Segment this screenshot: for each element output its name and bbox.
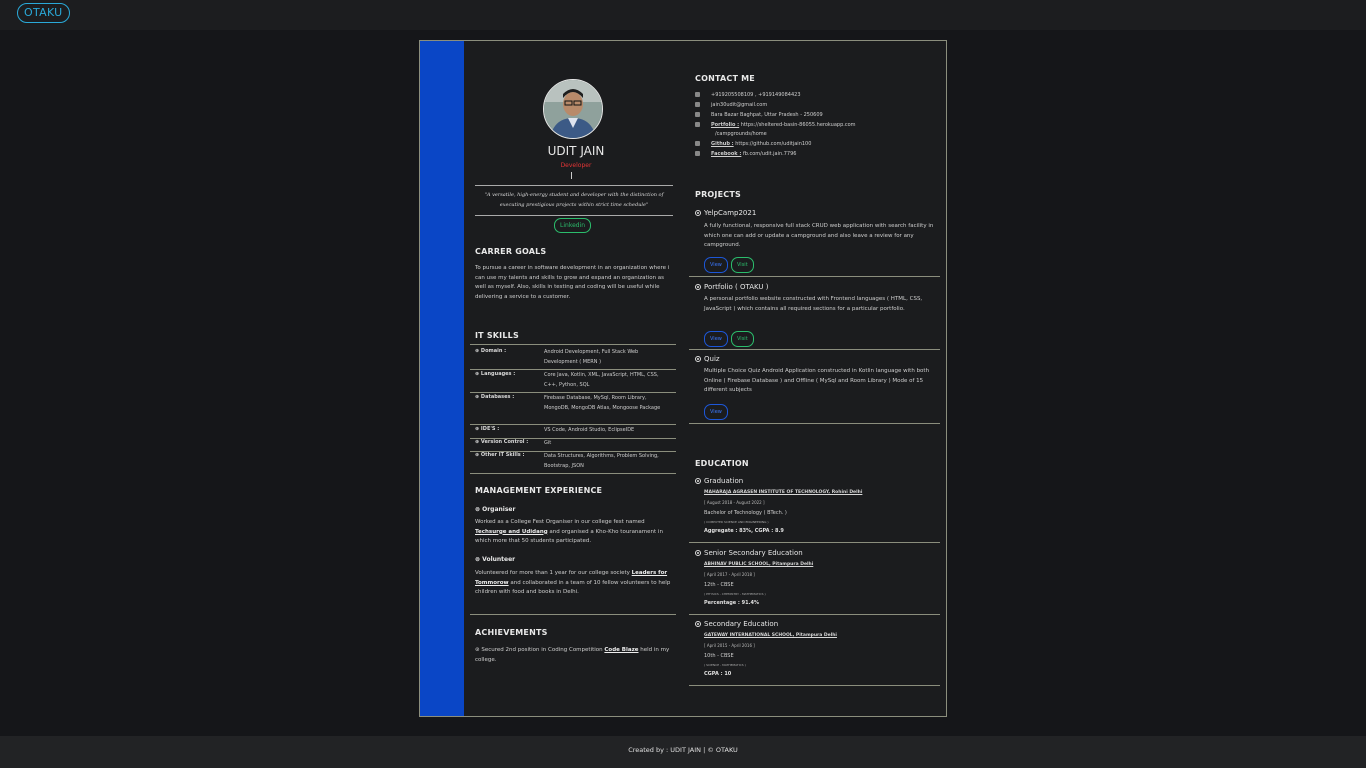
education-divider bbox=[689, 685, 940, 686]
globe-icon bbox=[695, 122, 700, 127]
education-title: Senior Secondary Education bbox=[695, 549, 803, 557]
skill-row: ⊛ Databases : Firebase Database, MySql, R… bbox=[470, 393, 676, 425]
skill-value: Android Development, Full Stack Web Deve… bbox=[544, 349, 639, 365]
profile-name: UDIT JAIN bbox=[547, 144, 605, 158]
skill-value: VS Code, Android Studio, EclipseIDE bbox=[544, 427, 635, 433]
education-divider bbox=[689, 542, 940, 543]
typing-cursor bbox=[571, 172, 572, 179]
radio-icon bbox=[695, 621, 701, 627]
skill-value: Data Structures, Algorithms, Problem Sol… bbox=[544, 453, 659, 469]
education-degree: 12th - CBSE bbox=[704, 582, 734, 588]
profile-avatar bbox=[543, 79, 603, 139]
project-desc: A fully functional, responsive full stac… bbox=[704, 223, 934, 248]
projects-heading: PROJECTS bbox=[695, 190, 741, 199]
achievement-text: ⊛ Secured 2nd position in Coding Competi… bbox=[475, 647, 670, 663]
radio-icon bbox=[695, 356, 701, 362]
project-view-button[interactable]: View bbox=[704, 257, 728, 273]
skill-row: ⊛ Domain : Android Development, Full Stac… bbox=[470, 347, 676, 370]
radio-icon bbox=[695, 478, 701, 484]
contact-facebook[interactable]: Facebook : fb.com/udit.jain.7796 bbox=[695, 150, 796, 160]
project-title: Portfolio ( OTAKU ) bbox=[695, 283, 769, 291]
education-school[interactable]: MAHARAJA AGRASEN INSTITUTE OF TECHNOLOGY… bbox=[704, 490, 862, 495]
skill-row: ⊛ Languages : Core Java, Kotlin, XML, Jav… bbox=[470, 370, 676, 393]
management-heading: MANAGEMENT EXPERIENCE bbox=[475, 486, 603, 495]
project-divider bbox=[689, 276, 940, 277]
skill-key: ⊛ Languages : bbox=[475, 371, 516, 377]
github-icon bbox=[695, 141, 700, 146]
skill-value: Git bbox=[544, 440, 552, 446]
profile-quote: "A versatile, high-energy student and de… bbox=[475, 185, 673, 216]
education-divider bbox=[689, 614, 940, 615]
achievements-heading: ACHIEVEMENTS bbox=[475, 628, 548, 637]
contact-phone: +919205508109 , +919149084423 bbox=[695, 91, 801, 101]
career-text: To pursue a career in software developme… bbox=[475, 265, 670, 300]
skill-value: Firebase Database, MySql, Room Library, … bbox=[544, 395, 661, 411]
skills-top-divider bbox=[470, 344, 676, 345]
project-title: Quiz bbox=[695, 355, 720, 363]
project-divider bbox=[689, 423, 940, 424]
skill-key: ⊛ Version Control : bbox=[475, 439, 529, 445]
skill-key: ⊛ Other IT Skills : bbox=[475, 452, 525, 458]
footer: Created by : UDIT JAIN | © OTAKU bbox=[0, 736, 1366, 768]
project-desc: A personal portfolio website constructed… bbox=[704, 296, 923, 312]
education-date: [ April 2017 - April 2018 ] bbox=[704, 572, 755, 577]
skill-value: Core Java, Kotlin, XML, JavaScript, HTML… bbox=[544, 372, 659, 388]
accent-stripe bbox=[420, 41, 464, 716]
skill-row: ⊛ Other IT Skills : Data Structures, Algo… bbox=[470, 451, 676, 474]
phone-icon bbox=[695, 92, 700, 97]
education-subjects: ( PHYSICS - CHEMISTRY - MATHEMATICS ) bbox=[704, 592, 766, 596]
contact-portfolio-cont[interactable]: /campgrounds/home bbox=[715, 130, 767, 140]
linkedin-button[interactable]: Linkedin bbox=[554, 218, 592, 233]
radio-icon bbox=[695, 210, 701, 216]
education-heading: EDUCATION bbox=[695, 459, 749, 468]
organiser-text: Worked as a College Fest Organiser in ou… bbox=[475, 519, 663, 544]
education-school[interactable]: GATEWAY INTERNATIONAL SCHOOL, Pitampura … bbox=[704, 633, 837, 638]
contact-address: Bara Bazar Baghpat, Uttar Pradesh - 2506… bbox=[695, 111, 823, 121]
mail-icon bbox=[695, 102, 700, 107]
education-score: CGPA : 10 bbox=[704, 671, 732, 677]
education-degree: 10th - CBSE bbox=[704, 653, 734, 659]
skill-row: ⊛ IDE'S : VS Code, Android Studio, Eclips… bbox=[470, 425, 676, 439]
contact-heading: CONTACT ME bbox=[695, 74, 755, 83]
project-desc: Multiple Choice Quiz Android Application… bbox=[704, 368, 930, 393]
project-view-button[interactable]: View bbox=[704, 404, 728, 420]
education-title: Secondary Education bbox=[695, 620, 778, 628]
education-subjects: ( SCIENCE - MATHEMATICS ) bbox=[704, 663, 746, 667]
top-navbar: OTAKU bbox=[0, 0, 1366, 30]
project-visit-button[interactable]: Visit bbox=[731, 257, 754, 273]
skills-heading: IT SKILLS bbox=[475, 331, 519, 340]
skill-key: ⊛ Databases : bbox=[475, 394, 515, 400]
project-title: YelpCamp2021 bbox=[695, 209, 756, 217]
volunteer-title: ⊚ Volunteer bbox=[475, 556, 516, 563]
profile-role: Developer bbox=[560, 162, 592, 169]
organiser-title: ⊚ Organiser bbox=[475, 506, 516, 513]
management-divider bbox=[470, 614, 676, 615]
contact-github[interactable]: Github : https://github.com/uditjain100 bbox=[695, 140, 811, 150]
education-title: Graduation bbox=[695, 477, 743, 485]
techsurge-link[interactable]: Techsurge and Udidang bbox=[475, 529, 548, 535]
education-degree: Bachelor of Technology ( BTech. ) bbox=[704, 510, 787, 516]
skill-row: ⊛ Version Control : Git bbox=[470, 438, 676, 452]
brand-logo-link[interactable]: OTAKU bbox=[17, 3, 70, 23]
career-heading: CARRER GOALS bbox=[475, 247, 547, 256]
contact-email: jain30udit@gmail.com bbox=[695, 101, 767, 111]
skill-key: ⊛ Domain : bbox=[475, 348, 507, 354]
location-icon bbox=[695, 112, 700, 117]
facebook-icon bbox=[695, 151, 700, 156]
education-score: Aggregate : 83%, CGPA : 8.9 bbox=[704, 528, 784, 534]
skill-key: ⊛ IDE'S : bbox=[475, 426, 500, 432]
code-blaze-link[interactable]: Code Blaze bbox=[604, 647, 638, 653]
education-date: [ August 2018 - August 2022 ] bbox=[704, 500, 765, 505]
education-score: Percentage : 91.4% bbox=[704, 600, 759, 606]
resume-card: UDIT JAIN Developer "A versatile, high-e… bbox=[419, 40, 947, 717]
volunteer-text: Volunteered for more than 1 year for our… bbox=[475, 570, 671, 595]
project-visit-button[interactable]: Visit bbox=[731, 331, 754, 347]
education-school[interactable]: ABHINAV PUBLIC SCHOOL, Pitampura Delhi bbox=[704, 562, 813, 567]
radio-icon bbox=[695, 284, 701, 290]
project-view-button[interactable]: View bbox=[704, 331, 728, 347]
radio-icon bbox=[695, 550, 701, 556]
education-subjects: ( COMPUTER SCIENCE AND ENGINEERING ) bbox=[704, 520, 769, 524]
project-divider bbox=[689, 349, 940, 350]
education-date: [ April 2015 - April 2016 ] bbox=[704, 643, 755, 648]
